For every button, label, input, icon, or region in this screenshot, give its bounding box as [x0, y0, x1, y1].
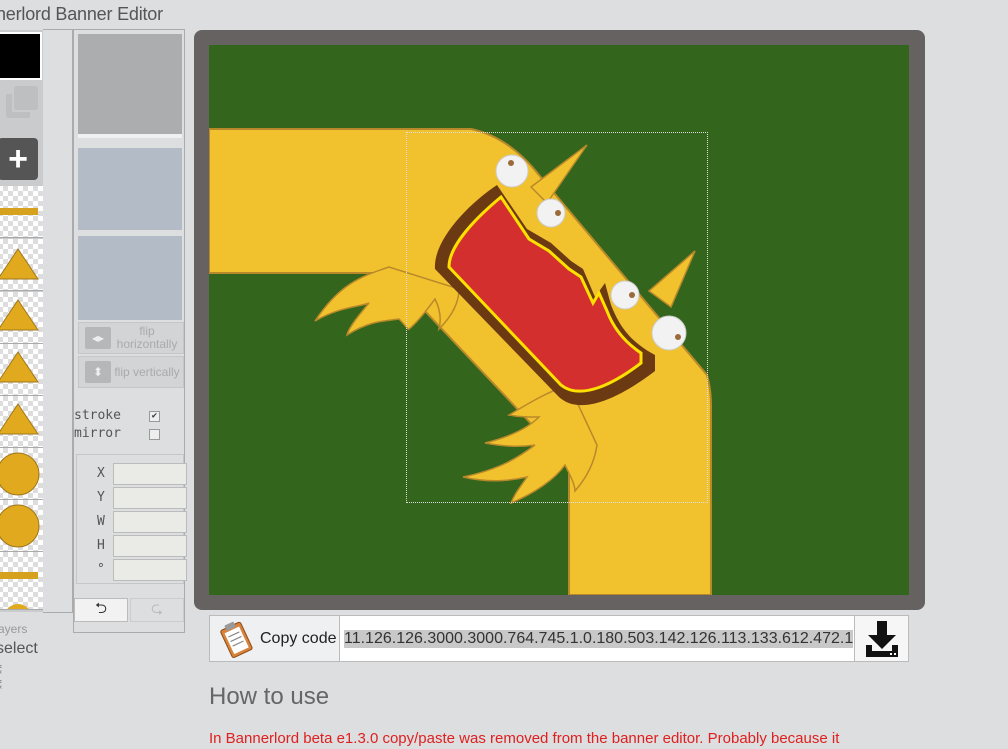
properties-panel: ◂▸ flip horizontally ⬍ flip vertically s…	[73, 29, 187, 633]
duplicate-layer-icon[interactable]	[6, 86, 38, 118]
small-icon: ⁑	[0, 679, 2, 693]
x-row: X	[77, 463, 187, 485]
layers-label: ayers	[0, 622, 28, 636]
transform-fields: X Y W H °	[76, 454, 187, 584]
flip-vertical-icon: ⬍	[85, 361, 111, 383]
stroke-row: stroke ✔	[74, 408, 164, 423]
color-slot-tertiary[interactable]	[78, 236, 182, 320]
stroke-label: stroke	[74, 408, 121, 423]
layer-item[interactable]	[0, 186, 43, 238]
w-label: W	[97, 514, 105, 529]
layer-item[interactable]	[0, 448, 43, 500]
redo-icon: ⮎	[150, 599, 163, 617]
layer-item[interactable]	[0, 239, 43, 291]
undo-icon: ⮌	[94, 599, 107, 617]
banner-code-value: 11.126.126.3000.3000.764.745.1.0.180.503…	[344, 629, 854, 648]
mirror-label: mirror	[74, 426, 121, 441]
pupil-shape	[555, 210, 561, 216]
flip-vertical-button[interactable]: ⬍ flip vertically	[78, 356, 184, 388]
code-bar: Copy code 11.126.126.3000.3000.764.745.1…	[209, 615, 909, 662]
y-label: Y	[97, 490, 105, 505]
notice-text: In Bannerlord beta e1.3.0 copy/paste was…	[209, 730, 840, 747]
how-to-use-heading: How to use	[209, 683, 330, 710]
mirror-checkbox[interactable]	[149, 429, 160, 440]
banner-artwork	[209, 128, 712, 595]
app-title: nerlord Banner Editor	[0, 4, 163, 24]
small-icon: ⁑	[0, 664, 2, 678]
layer-item[interactable]	[0, 396, 43, 448]
undo-button[interactable]: ⮌	[74, 598, 128, 622]
download-icon	[865, 620, 898, 657]
flip-vertical-label: flip vertically	[114, 364, 180, 379]
flip-horizontal-button[interactable]: ◂▸ flip horizontally	[78, 322, 184, 354]
pupil-shape	[629, 292, 635, 298]
mirror-row: mirror	[74, 426, 164, 441]
rotation-row: °	[77, 559, 187, 581]
redo-button[interactable]: ⮎	[130, 598, 184, 622]
banner-canvas[interactable]	[209, 45, 909, 595]
w-input[interactable]	[113, 511, 187, 533]
rotation-label: °	[97, 562, 105, 577]
flip-horizontal-icon: ◂▸	[85, 327, 111, 349]
clipboard-icon	[220, 621, 253, 658]
w-row: W	[77, 511, 187, 533]
add-layer-button[interactable]: +	[0, 138, 38, 180]
h-label: H	[97, 538, 105, 553]
layer-list-border	[43, 29, 73, 613]
rotation-input[interactable]	[113, 559, 187, 581]
h-input[interactable]	[113, 535, 187, 557]
eye-shape[interactable]	[495, 154, 529, 188]
pupil-shape	[508, 160, 514, 166]
color-slot-secondary[interactable]	[78, 148, 182, 230]
y-row: Y	[77, 487, 187, 509]
copy-code-label: Copy code	[260, 629, 337, 647]
layer-item[interactable]	[0, 292, 43, 344]
pupil-shape	[675, 334, 681, 340]
horn-shape[interactable]	[647, 250, 696, 309]
select-label[interactable]: select	[0, 640, 38, 658]
plus-icon: +	[8, 140, 28, 178]
download-button[interactable]	[854, 615, 909, 662]
banner-code-input[interactable]: 11.126.126.3000.3000.764.745.1.0.180.503…	[339, 615, 855, 662]
color-slot-primary[interactable]	[78, 34, 182, 138]
h-row: H	[77, 535, 187, 557]
background-color-swatch[interactable]	[0, 32, 42, 80]
layer-item[interactable]	[0, 552, 43, 610]
layer-item[interactable]	[0, 344, 43, 396]
eye-shape[interactable]	[651, 315, 687, 351]
stroke-checkbox[interactable]: ✔	[149, 411, 160, 422]
flip-horizontal-label: flip horizontally	[116, 324, 178, 351]
x-input[interactable]	[113, 463, 187, 485]
layer-item[interactable]	[0, 500, 43, 552]
y-input[interactable]	[113, 487, 187, 509]
x-label: X	[97, 466, 105, 481]
copy-code-button[interactable]: Copy code	[209, 615, 340, 662]
